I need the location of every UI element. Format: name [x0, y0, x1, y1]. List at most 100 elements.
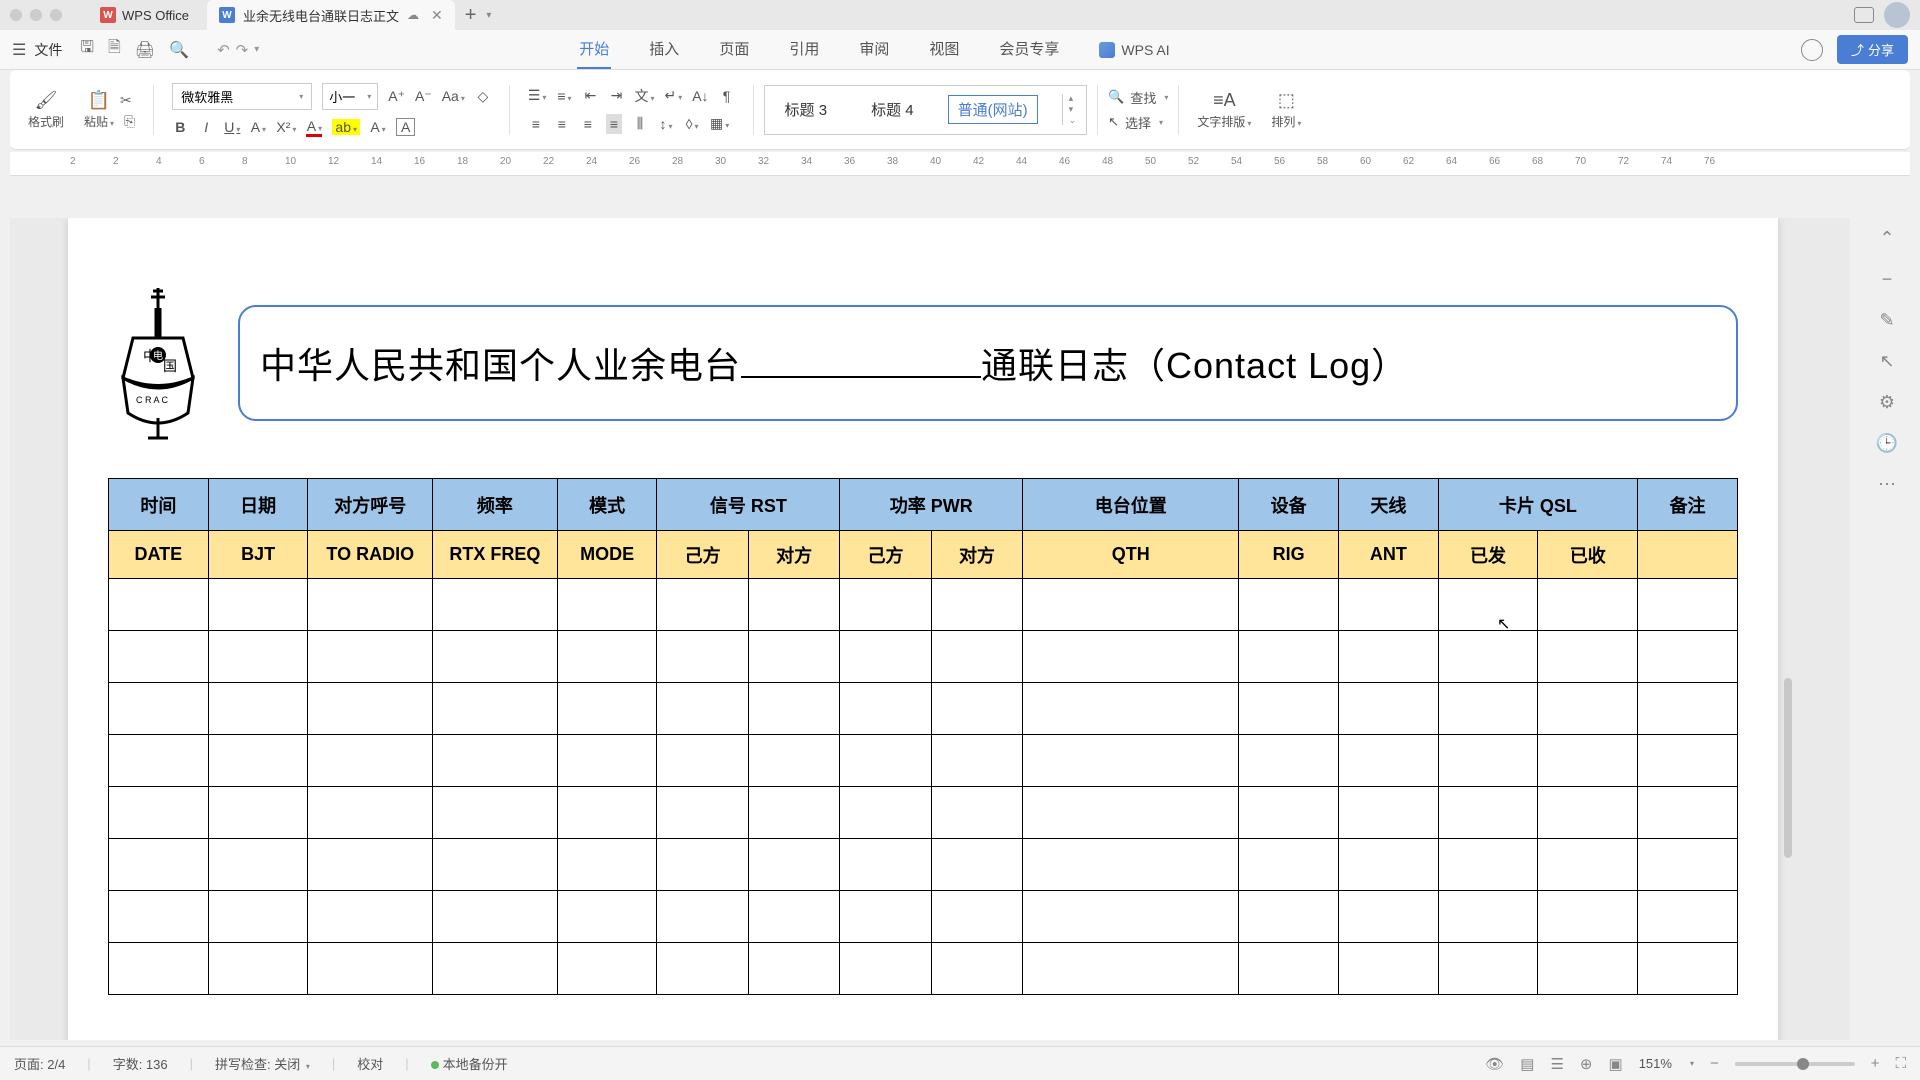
- th-freq[interactable]: 频率: [433, 479, 558, 531]
- print-preview-icon[interactable]: 🔍: [169, 40, 189, 60]
- font-effect-button[interactable]: A▾: [370, 119, 386, 135]
- th2-sent[interactable]: 已发: [1438, 531, 1538, 579]
- style-up-icon[interactable]: ▴: [1069, 94, 1077, 103]
- redo-icon[interactable]: ↷: [236, 41, 249, 59]
- style-down-icon[interactable]: ▾: [1069, 105, 1077, 114]
- increase-indent-icon[interactable]: ⇥: [608, 87, 624, 104]
- th2-rst-self[interactable]: 己方: [657, 531, 748, 579]
- text-direction-icon[interactable]: 文▾: [634, 86, 654, 106]
- bold-button[interactable]: B: [172, 119, 188, 135]
- th2-ant[interactable]: ANT: [1338, 531, 1438, 579]
- new-tab-button[interactable]: +: [455, 4, 487, 27]
- th2-bjt[interactable]: BJT: [208, 531, 308, 579]
- table-row[interactable]: [109, 787, 1738, 839]
- th-pwr[interactable]: 功率 PWR: [840, 479, 1023, 531]
- char-border-button[interactable]: A: [396, 118, 415, 136]
- wps-ai-button[interactable]: WPS AI: [1099, 42, 1169, 58]
- menu-hamburger-icon[interactable]: ☰: [12, 40, 26, 60]
- sync-status-icon[interactable]: [1801, 39, 1823, 61]
- th2-pwr-other[interactable]: 对方: [931, 531, 1022, 579]
- select-tool-icon[interactable]: ↖: [1879, 351, 1894, 372]
- status-page[interactable]: 页面: 2/4: [14, 1054, 65, 1073]
- th-rig[interactable]: 设备: [1239, 479, 1339, 531]
- print-icon[interactable]: 🖨: [135, 40, 155, 60]
- th-rst[interactable]: 信号 RST: [657, 479, 840, 531]
- sort-icon[interactable]: A↓: [692, 88, 708, 104]
- decrease-indent-icon[interactable]: ⇤: [582, 87, 598, 104]
- th-date[interactable]: 日期: [208, 479, 308, 531]
- th2-qth[interactable]: QTH: [1023, 531, 1239, 579]
- line-spacing-icon[interactable]: ↕▾: [658, 116, 674, 132]
- outline-view-icon[interactable]: ☰: [1550, 1055, 1563, 1073]
- menutab-reference[interactable]: 引用: [787, 30, 821, 69]
- th2-remark[interactable]: [1638, 531, 1738, 579]
- th2-toradio[interactable]: TO RADIO: [308, 531, 433, 579]
- status-spell[interactable]: 拼写检查: 关闭 ▾: [215, 1054, 310, 1073]
- text-layout-label[interactable]: 文字排版▾: [1197, 113, 1251, 130]
- pencil-tool-icon[interactable]: ✎: [1879, 310, 1894, 331]
- change-case-icon[interactable]: Aa▾: [442, 88, 465, 104]
- table-row[interactable]: [109, 579, 1738, 631]
- arrange-icon[interactable]: ⬚: [1278, 90, 1295, 111]
- horizontal-ruler[interactable]: 2246810121416182022242628303234363840424…: [10, 152, 1910, 176]
- th-callsign[interactable]: 对方呼号: [308, 479, 433, 531]
- fullscreen-icon[interactable]: ⛶: [1895, 1055, 1906, 1072]
- menutab-page[interactable]: 页面: [717, 30, 751, 69]
- show-marks-icon[interactable]: ¶: [719, 88, 735, 104]
- history-tool-icon[interactable]: 🕒: [1876, 433, 1898, 454]
- web-view-icon[interactable]: ⊕: [1580, 1055, 1593, 1073]
- file-menu[interactable]: 文件: [34, 40, 62, 60]
- th2-rcvd[interactable]: 已收: [1538, 531, 1638, 579]
- style-expand-icon[interactable]: ⌄: [1069, 116, 1077, 125]
- zoom-slider[interactable]: [1735, 1062, 1855, 1066]
- number-list-icon[interactable]: ≡▾: [556, 88, 572, 104]
- font-family-select[interactable]: 微软雅黑▾: [172, 83, 312, 110]
- th2-rig[interactable]: RIG: [1239, 531, 1339, 579]
- th-qsl[interactable]: 卡片 QSL: [1438, 479, 1637, 531]
- table-row[interactable]: [109, 943, 1738, 995]
- page-view-icon[interactable]: ▤: [1520, 1055, 1534, 1073]
- save-icon[interactable]: 🖫: [80, 36, 94, 63]
- menutab-review[interactable]: 审阅: [857, 30, 891, 69]
- status-words[interactable]: 字数: 136: [113, 1054, 168, 1073]
- style-normal[interactable]: 普通(网站): [948, 95, 1038, 124]
- th2-rst-other[interactable]: 对方: [748, 531, 839, 579]
- th-remark[interactable]: 备注: [1638, 479, 1738, 531]
- th2-mode[interactable]: MODE: [557, 531, 657, 579]
- zoom-value[interactable]: 151%: [1639, 1056, 1672, 1071]
- vertical-scrollbar[interactable]: [1784, 678, 1792, 858]
- find-button[interactable]: 🔍查找▾: [1108, 88, 1168, 107]
- status-proof[interactable]: 校对: [357, 1054, 383, 1073]
- table-row[interactable]: [109, 891, 1738, 943]
- th-time[interactable]: 时间: [109, 479, 209, 531]
- cut-icon[interactable]: ✂: [120, 92, 132, 109]
- tab-menu-caret[interactable]: ▾: [486, 10, 491, 21]
- table-row[interactable]: [109, 839, 1738, 891]
- collapse-ribbon-icon[interactable]: ⌃: [1879, 228, 1894, 249]
- superscript-button[interactable]: X²▾: [276, 119, 296, 135]
- table-row[interactable]: [109, 631, 1738, 683]
- close-tab-icon[interactable]: ✕: [431, 7, 443, 24]
- strikethrough-button[interactable]: A▾: [250, 119, 266, 135]
- minus-tool-icon[interactable]: −: [1882, 269, 1893, 290]
- clear-format-icon[interactable]: ◇: [475, 88, 491, 105]
- menutab-insert[interactable]: 插入: [647, 30, 681, 69]
- align-justify-icon[interactable]: ≡: [606, 114, 622, 134]
- font-size-select[interactable]: 小一▾: [322, 83, 378, 110]
- copy-icon[interactable]: ⎘: [124, 113, 135, 130]
- format-brush-icon[interactable]: 🖌: [35, 90, 58, 111]
- line-break-icon[interactable]: ↵▾: [664, 87, 682, 104]
- menutab-member[interactable]: 会员专享: [997, 30, 1061, 69]
- paste-icon[interactable]: 📋: [88, 90, 110, 111]
- user-avatar[interactable]: [1884, 2, 1910, 28]
- tab-document[interactable]: W 业余无线电台通联日志正文 ☁ ✕: [207, 0, 455, 30]
- borders-icon[interactable]: ▦▾: [710, 115, 729, 132]
- font-color-button[interactable]: A▾: [306, 118, 322, 137]
- focus-view-icon[interactable]: ▣: [1609, 1055, 1623, 1073]
- underline-button[interactable]: U▾: [224, 119, 240, 135]
- th2-date[interactable]: DATE: [109, 531, 209, 579]
- italic-button[interactable]: I: [198, 119, 214, 135]
- arrange-label[interactable]: 排列▾: [1271, 113, 1301, 130]
- decrease-font-icon[interactable]: A⁻: [415, 88, 432, 105]
- th2-rtxfreq[interactable]: RTX FREQ: [433, 531, 558, 579]
